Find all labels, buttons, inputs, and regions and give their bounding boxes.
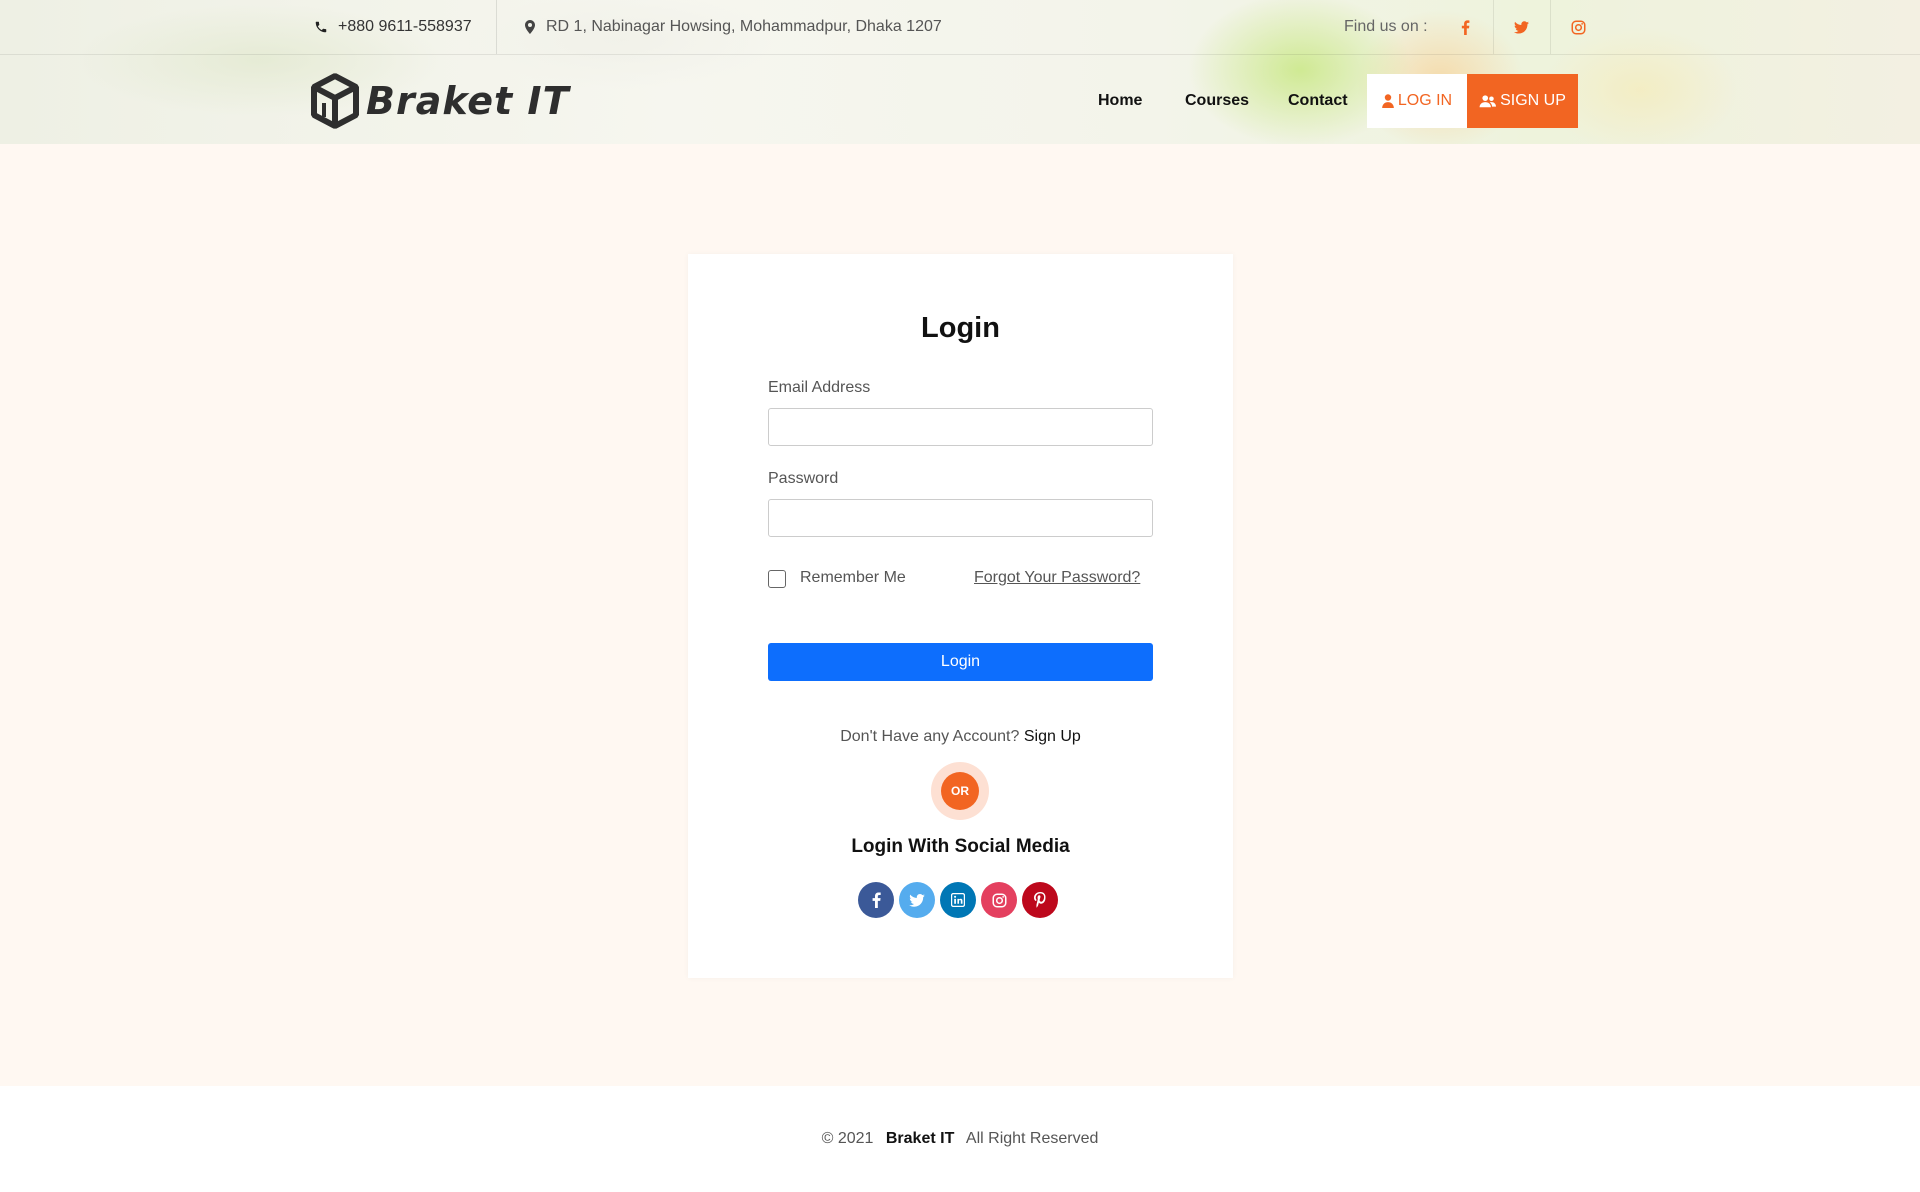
remember-me-checkbox[interactable] (768, 570, 786, 588)
or-label: OR (941, 772, 979, 810)
twitter-login-button[interactable] (899, 882, 935, 918)
address-text: RD 1, Nabinagar Howsing, Mohammadpur, Dh… (546, 18, 942, 35)
facebook-login-button[interactable] (858, 882, 894, 918)
pinterest-login-button[interactable] (1022, 882, 1058, 918)
topbar-facebook-link[interactable] (1437, 0, 1493, 54)
copyright-year: © 2021 (821, 1130, 874, 1147)
nav-courses-link[interactable]: Courses (1185, 74, 1249, 128)
or-divider-badge: OR (931, 762, 989, 820)
password-field[interactable] (768, 499, 1153, 537)
instagram-icon (1571, 20, 1586, 34)
footer-copyright: © 2021 Braket IT All Right Reserved (0, 1130, 1920, 1148)
signup-link[interactable]: Sign Up (1024, 728, 1081, 745)
header-login-button[interactable]: LOG IN (1367, 74, 1467, 128)
topbar-instagram-link[interactable] (1550, 0, 1606, 54)
users-icon (1479, 95, 1497, 108)
forgot-password-link[interactable]: Forgot Your Password? (974, 569, 1140, 587)
phone-icon (315, 21, 327, 33)
header-login-label: LOG IN (1397, 92, 1453, 109)
remember-me-label[interactable]: Remember Me (800, 569, 906, 587)
site-header: +880 9611-558937 RD 1, Nabinagar Howsing… (0, 0, 1920, 144)
topbar: +880 9611-558937 RD 1, Nabinagar Howsing… (0, 0, 1920, 55)
linkedin-login-button[interactable] (940, 882, 976, 918)
login-card (688, 254, 1233, 978)
instagram-login-button[interactable] (981, 882, 1017, 918)
linkedin-icon (951, 893, 965, 907)
email-label: Email Address (768, 379, 871, 396)
social-login-buttons (858, 882, 1063, 918)
facebook-icon (1461, 19, 1469, 35)
topbar-twitter-link[interactable] (1493, 0, 1549, 54)
password-label: Password (768, 470, 839, 487)
nav-home-link[interactable]: Home (1098, 74, 1142, 128)
no-account-text: Don't Have any Account? (840, 728, 1020, 745)
header-signup-button[interactable]: SIGN UP (1467, 74, 1578, 128)
header-signup-label: SIGN UP (1500, 92, 1566, 109)
find-us-label: Find us on : (1344, 18, 1428, 35)
brand-name: Braket IT (366, 79, 570, 123)
topbar-divider (496, 0, 497, 54)
topbar-address: RD 1, Nabinagar Howsing, Mohammadpur, Dh… (524, 0, 942, 54)
twitter-icon (909, 893, 925, 907)
no-account-line: Don't Have any Account? Sign Up (688, 728, 1233, 746)
login-title: Login (921, 312, 1000, 344)
social-login-title: Login With Social Media (851, 836, 1070, 857)
footer-rights: All Right Reserved (965, 1130, 1099, 1147)
pinterest-icon (1034, 892, 1046, 908)
instagram-icon (992, 893, 1006, 907)
footer-brand: Braket IT (885, 1130, 955, 1147)
topbar-phone[interactable]: +880 9611-558937 (314, 0, 472, 54)
login-submit-button[interactable]: Login (768, 643, 1153, 681)
twitter-icon (1514, 20, 1529, 33)
brand-logo[interactable]: Braket IT (310, 72, 570, 130)
user-icon (1382, 94, 1394, 108)
map-pin-icon (525, 20, 535, 34)
nav-contact-link[interactable]: Contact (1288, 74, 1348, 128)
logo-mark-icon (311, 73, 359, 129)
phone-number: +880 9611-558937 (338, 18, 472, 35)
facebook-icon (872, 892, 881, 908)
email-field[interactable] (768, 408, 1153, 446)
